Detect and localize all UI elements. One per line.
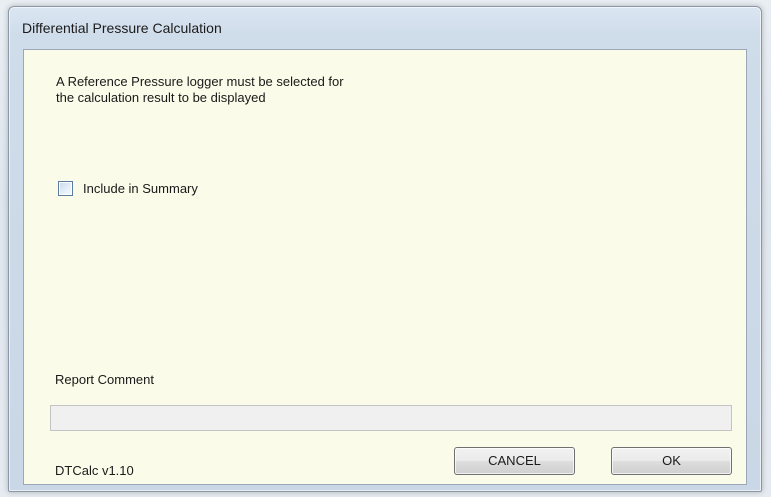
dialog-client-area: A Reference Pressure logger must be sele…	[23, 49, 747, 485]
dialog-window: Differential Pressure Calculation A Refe…	[8, 6, 762, 492]
window-title: Differential Pressure Calculation	[22, 20, 222, 36]
include-in-summary-label[interactable]: Include in Summary	[83, 181, 198, 196]
cancel-button[interactable]: CANCEL	[454, 447, 575, 475]
info-message-line-1: A Reference Pressure logger must be sele…	[56, 74, 344, 89]
include-in-summary-row[interactable]: Include in Summary	[58, 181, 198, 196]
info-message: A Reference Pressure logger must be sele…	[56, 74, 476, 106]
info-message-line-2: the calculation result to be displayed	[56, 90, 266, 105]
desktop-background: Differential Pressure Calculation A Refe…	[0, 0, 771, 497]
report-comment-input[interactable]	[50, 405, 732, 431]
ok-button[interactable]: OK	[611, 447, 732, 475]
include-in-summary-checkbox[interactable]	[58, 181, 73, 196]
report-comment-label: Report Comment	[55, 372, 154, 387]
version-label: DTCalc v1.10	[55, 463, 134, 478]
